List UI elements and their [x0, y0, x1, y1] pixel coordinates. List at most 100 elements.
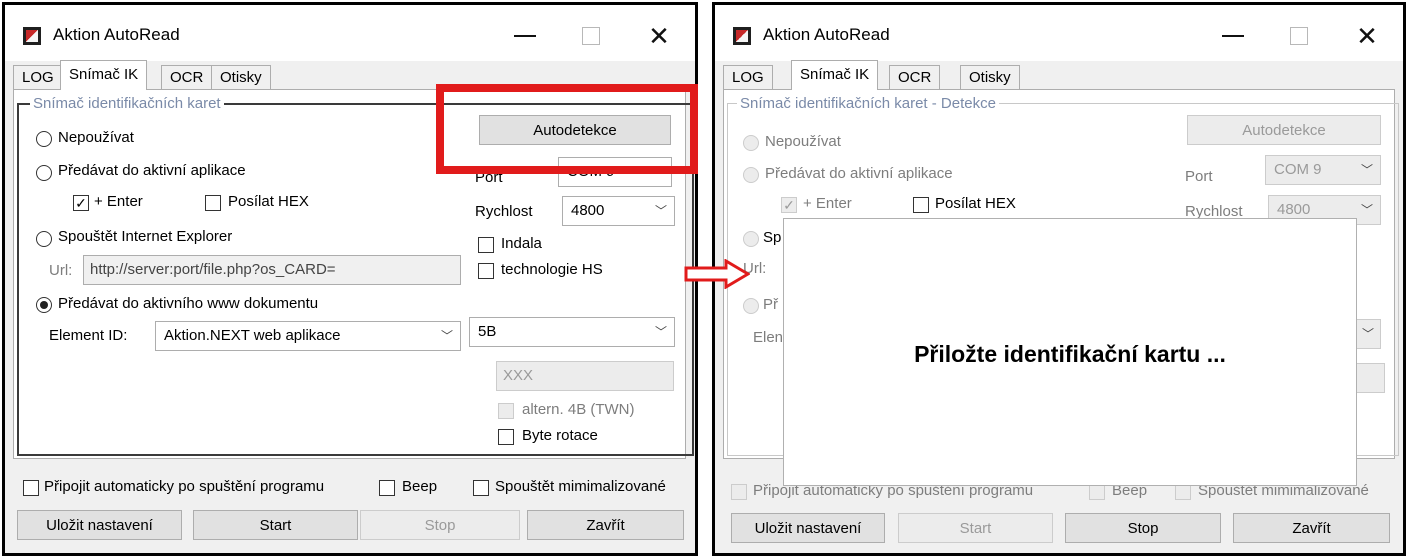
label-predavat-aktivni: Předávat do aktivní aplikace: [765, 165, 953, 182]
close-window-button[interactable]: ✕: [1347, 19, 1387, 53]
chevron-down-icon: ﹀: [1361, 327, 1374, 341]
tab-otisky[interactable]: Otisky: [211, 65, 271, 89]
close-button[interactable]: Zavřít: [527, 510, 684, 540]
format-value: 5B: [478, 323, 497, 340]
arrow-right-icon: [684, 259, 750, 289]
element-id-label: Element ID:: [49, 327, 128, 344]
label-nepouzivat: Nepoužívat: [765, 133, 841, 150]
minimize-icon: [514, 35, 536, 37]
checkbox-enter[interactable]: ✓: [781, 197, 797, 213]
minimize-button[interactable]: [1213, 19, 1253, 53]
port-value: COM 9: [1274, 161, 1322, 178]
label-hex: Posílat HEX: [935, 195, 1016, 212]
label-altern: altern. 4B (TWN): [522, 401, 635, 418]
speed-select[interactable]: 4800 ﹀: [562, 196, 675, 226]
start-button[interactable]: Start: [193, 510, 358, 540]
app-icon: [733, 27, 751, 45]
maximize-icon: [582, 27, 600, 45]
tab-otisky[interactable]: Otisky: [960, 65, 1020, 89]
label-minimized: Spouštět mimimalizované: [495, 478, 666, 495]
maximize-icon: [1290, 27, 1308, 45]
url-input[interactable]: http://server:port/file.php?os_CARD=: [83, 255, 461, 285]
label-auto-connect: Připojit automaticky po spuštění program…: [44, 478, 325, 495]
speed-value: 4800: [571, 202, 605, 219]
checkbox-auto-connect[interactable]: [23, 480, 39, 496]
label-beep: Beep: [402, 478, 438, 495]
autodetect-highlight: [436, 84, 698, 174]
minimize-icon: [1222, 35, 1244, 37]
group-title: Snímač identifikačních karet - Detekce: [737, 95, 999, 112]
label-enter: + Enter: [94, 193, 143, 210]
chevron-down-icon: ﹀: [654, 204, 667, 218]
window-title: Aktion AutoRead: [53, 25, 180, 44]
checkbox-hs[interactable]: [478, 263, 494, 279]
window-title: Aktion AutoRead: [763, 25, 890, 44]
radio-nepouzivat[interactable]: [36, 131, 52, 147]
checkbox-byte-rotace[interactable]: [498, 429, 514, 445]
label-www-dokument: Předávat do aktivního www dokumentu: [58, 295, 319, 312]
checkbox-minimized[interactable]: [473, 480, 489, 496]
tab-log[interactable]: LOG: [13, 65, 63, 89]
label-www-dokument: Př: [763, 296, 778, 313]
tab-snimac-ik[interactable]: Snímač IK: [60, 60, 148, 90]
tab-snimac-ik[interactable]: Snímač IK: [791, 60, 879, 90]
label-enter: + Enter: [803, 195, 852, 212]
label-indala: Indala: [501, 235, 542, 252]
element-id-value: Aktion.NEXT web aplikace: [164, 327, 341, 344]
format-select[interactable]: ﹀: [1355, 319, 1381, 349]
label-predavat-aktivni: Předávat do aktivní aplikace: [58, 162, 246, 179]
tab-ocr[interactable]: OCR: [889, 65, 941, 89]
label-byte-rotace: Byte rotace: [522, 427, 598, 444]
label-internet-explorer: Spouštět Internet Explorer: [58, 228, 233, 245]
url-label: Url:: [49, 262, 73, 279]
checkbox-indala[interactable]: [478, 237, 494, 253]
autodetect-button[interactable]: Autodetekce: [1187, 115, 1381, 145]
tab-log[interactable]: LOG: [723, 65, 773, 89]
card-prompt-overlay: Přiložte identifikační kartu ...: [783, 218, 1357, 486]
element-id-select[interactable]: Aktion.NEXT web aplikace ﹀: [155, 321, 461, 351]
checkbox-enter[interactable]: ✓: [73, 195, 89, 211]
checkbox-beep[interactable]: [1089, 484, 1105, 500]
xxx-input[interactable]: [1355, 363, 1385, 393]
port-select[interactable]: COM 9 ﹀: [1265, 155, 1381, 185]
radio-predavat-aktivni[interactable]: [743, 167, 759, 183]
close-button[interactable]: Zavřít: [1233, 513, 1390, 543]
speed-label: Rychlost: [475, 203, 533, 220]
close-window-button[interactable]: ✕: [639, 19, 679, 53]
maximize-button[interactable]: [571, 19, 611, 53]
checkbox-beep[interactable]: [379, 480, 395, 496]
title-bar[interactable]: Aktion AutoRead ✕: [715, 5, 1403, 61]
close-icon: ✕: [648, 21, 670, 51]
checkbox-hex[interactable]: [205, 195, 221, 211]
xxx-input[interactable]: XXX: [496, 361, 674, 391]
minimize-button[interactable]: [505, 19, 545, 53]
title-bar[interactable]: Aktion AutoRead ✕: [5, 5, 695, 61]
radio-internet-explorer[interactable]: [36, 231, 52, 247]
app-icon: [23, 27, 41, 45]
chevron-down-icon: ﹀: [440, 329, 453, 343]
save-settings-button[interactable]: Uložit nastavení: [17, 510, 182, 540]
chevron-down-icon: ﹀: [1360, 163, 1373, 177]
checkbox-minimized[interactable]: [1175, 484, 1191, 500]
checkbox-altern[interactable]: [498, 403, 514, 419]
stop-button[interactable]: Stop: [1065, 513, 1221, 543]
chevron-down-icon: ﹀: [1360, 203, 1373, 217]
label-internet-explorer: Sp: [763, 229, 782, 246]
radio-internet-explorer[interactable]: [743, 231, 759, 247]
tab-ocr[interactable]: OCR: [161, 65, 213, 89]
radio-www-dokument[interactable]: [743, 298, 759, 314]
label-hex: Posílat HEX: [228, 193, 309, 210]
format-select[interactable]: 5B ﹀: [469, 317, 675, 347]
save-settings-button[interactable]: Uložit nastavení: [731, 513, 885, 543]
checkbox-hex[interactable]: [913, 197, 929, 213]
radio-predavat-aktivni[interactable]: [36, 165, 52, 181]
modal-message: Přiložte identifikační kartu ...: [914, 341, 1226, 367]
start-button[interactable]: Start: [898, 513, 1053, 543]
label-hs: technologie HS: [501, 261, 603, 278]
radio-nepouzivat[interactable]: [743, 135, 759, 151]
element-id-label: Elen: [753, 329, 784, 346]
radio-www-dokument[interactable]: [36, 297, 52, 313]
stop-button[interactable]: Stop: [360, 510, 520, 540]
maximize-button[interactable]: [1279, 19, 1319, 53]
checkbox-auto-connect[interactable]: [731, 484, 747, 500]
